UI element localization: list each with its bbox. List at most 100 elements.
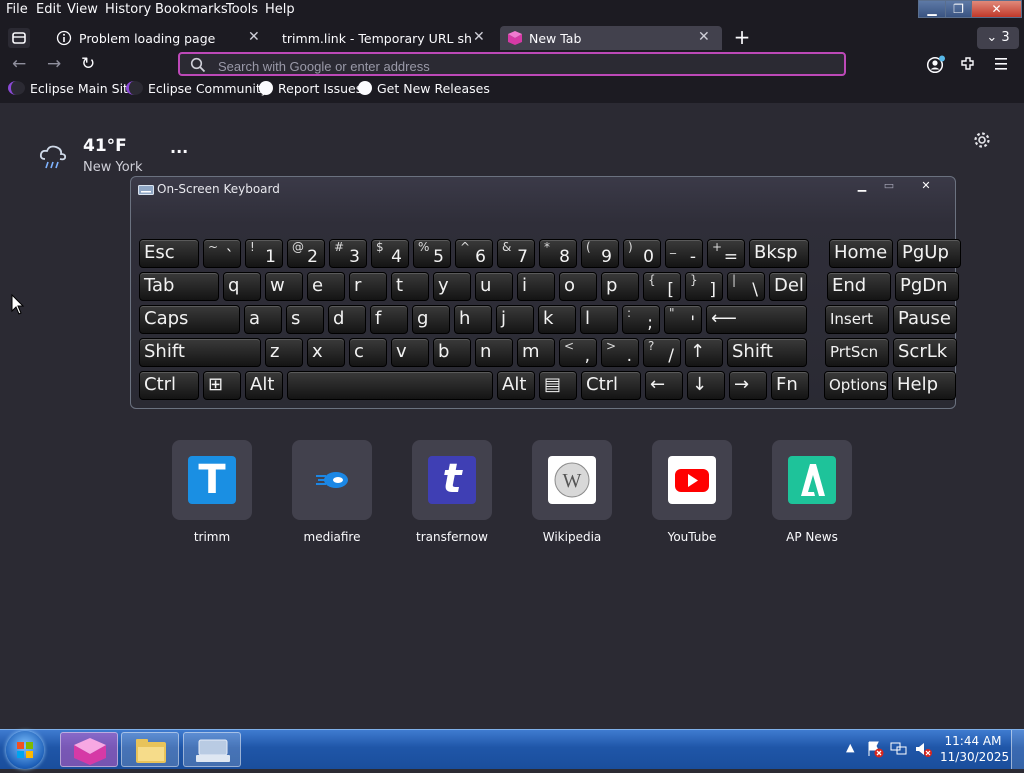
key[interactable]: c <box>349 338 387 367</box>
osk-maximize-button[interactable]: ▭ <box>876 179 902 193</box>
bookmark-eclipse-main-site[interactable]: Eclipse Main Site <box>8 81 136 96</box>
taskbar-osk-button[interactable] <box>183 732 241 767</box>
close-window-button[interactable]: ✕ <box>971 0 1022 18</box>
taskbar-firefox-button[interactable] <box>60 732 118 767</box>
hamburger-menu-icon[interactable] <box>993 56 1009 72</box>
key[interactable]: Bksp <box>749 239 809 268</box>
key[interactable]: j <box>496 305 534 334</box>
menu-history[interactable]: History <box>105 2 151 17</box>
url-input[interactable] <box>216 56 820 76</box>
key[interactable]: ? / <box>643 338 681 367</box>
key[interactable]: a <box>244 305 282 334</box>
key[interactable]: ! 1 <box>245 239 283 268</box>
back-arrow-icon[interactable]: ← <box>12 54 26 74</box>
key[interactable]: g <box>412 305 450 334</box>
key[interactable]: PgUp <box>897 239 961 268</box>
key[interactable]: Alt <box>497 371 535 400</box>
firefox-view-button[interactable] <box>8 28 30 48</box>
key[interactable]: Pause <box>893 305 957 334</box>
shortcut-tile[interactable]: W <box>532 440 612 520</box>
key[interactable]: <, <box>559 338 597 367</box>
key[interactable]: ↓ <box>687 371 725 400</box>
network-icon[interactable] <box>890 741 908 757</box>
close-tab-icon[interactable]: ✕ <box>248 29 260 45</box>
action-center-flag-icon[interactable] <box>866 740 884 758</box>
key[interactable]: ← <box>645 371 683 400</box>
show-hidden-icons-button[interactable]: ▲ <box>846 741 854 754</box>
tab-trimm[interactable]: trimm.link - Temporary URL shorten ✕ <box>272 26 494 50</box>
key[interactable]: _ - <box>665 239 703 268</box>
key[interactable]: % 5 <box>413 239 451 268</box>
shortcut-tile[interactable] <box>652 440 732 520</box>
key[interactable]: s <box>286 305 324 334</box>
key[interactable]: u <box>475 272 513 301</box>
key[interactable]: Caps <box>139 305 240 334</box>
speaker-muted-icon[interactable] <box>914 740 932 758</box>
tab-problem-loading[interactable]: Problem loading page ✕ <box>50 26 268 50</box>
key[interactable]: PgDn <box>895 272 959 301</box>
shortcut-tile[interactable]: T <box>172 440 252 520</box>
key[interactable]: Home <box>829 239 893 268</box>
key[interactable]: + = <box>707 239 745 268</box>
key[interactable]: End <box>827 272 891 301</box>
on-screen-keyboard-window[interactable]: On-Screen Keyboard ▁ ▭ ✕ Esc ~ `! 1 @2 #3 $4% 5… <box>130 176 961 409</box>
key[interactable]: n <box>475 338 513 367</box>
close-tab-icon[interactable]: ✕ <box>698 29 710 45</box>
key[interactable]: f <box>370 305 408 334</box>
menu-help[interactable]: Help <box>265 2 295 17</box>
menu-edit[interactable]: Edit <box>36 2 61 17</box>
key[interactable]: e <box>307 272 345 301</box>
extensions-icon[interactable] <box>959 55 977 73</box>
key[interactable]: | \ <box>727 272 765 301</box>
key[interactable]: q <box>223 272 261 301</box>
minimize-button[interactable]: ▁ <box>918 0 946 18</box>
key[interactable]: Fn <box>771 371 809 400</box>
key[interactable]: " ' <box>664 305 702 334</box>
key[interactable]: Insert <box>825 305 889 334</box>
osk-close-button[interactable]: ✕ <box>913 179 939 193</box>
key[interactable]: ↑ <box>685 338 723 367</box>
tray-clock[interactable]: 11:44 AM 11/30/2025 <box>940 733 1009 765</box>
osk-minimize-button[interactable]: ▁ <box>849 179 875 193</box>
key[interactable]: w <box>265 272 303 301</box>
key[interactable]: ⊞ <box>203 371 241 400</box>
key[interactable]: (9 <box>581 239 619 268</box>
key[interactable]: ~ ` <box>203 239 241 268</box>
reload-icon[interactable]: ↻ <box>81 54 95 74</box>
maximize-button[interactable]: ❐ <box>945 0 972 18</box>
bookmark-report-issues[interactable]: Report Issues <box>259 81 362 96</box>
forward-arrow-icon[interactable]: → <box>47 54 61 74</box>
menu-file[interactable]: File <box>6 2 28 17</box>
key[interactable]: {[ <box>643 272 681 301</box>
menu-view[interactable]: View <box>67 2 98 17</box>
key[interactable]: h <box>454 305 492 334</box>
key[interactable]: ^ 6 <box>455 239 493 268</box>
key[interactable]: Shift <box>727 338 807 367</box>
key[interactable]: ⟵ <box>706 305 807 334</box>
key[interactable]: Del <box>769 272 807 301</box>
key[interactable]: o <box>559 272 597 301</box>
key[interactable]: t <box>391 272 429 301</box>
taskbar-explorer-button[interactable] <box>121 732 179 767</box>
menu-bookmarks[interactable]: Bookmarks <box>155 2 228 17</box>
key[interactable]: Esc <box>139 239 199 268</box>
tab-new-tab[interactable]: New Tab ✕ <box>500 26 722 50</box>
key[interactable]: #3 <box>329 239 367 268</box>
account-icon[interactable] <box>926 55 946 75</box>
key[interactable]: x <box>307 338 345 367</box>
shortcut-tile[interactable]: t <box>412 440 492 520</box>
key[interactable]: ▤ <box>539 371 577 400</box>
key[interactable]: ScrLk <box>893 338 957 367</box>
close-tab-icon[interactable]: ✕ <box>473 29 485 45</box>
weather-more-button[interactable]: ··· <box>170 142 188 161</box>
key[interactable]: z <box>265 338 303 367</box>
key[interactable]: l <box>580 305 618 334</box>
bookmark-eclipse-community[interactable]: Eclipse Community <box>126 81 268 96</box>
shortcut-tile[interactable] <box>772 440 852 520</box>
key[interactable]: Alt <box>245 371 283 400</box>
key[interactable]: r <box>349 272 387 301</box>
key[interactable]: $4 <box>371 239 409 268</box>
url-bar[interactable] <box>178 52 846 76</box>
key[interactable]: >. <box>601 338 639 367</box>
key[interactable]: :; <box>622 305 660 334</box>
